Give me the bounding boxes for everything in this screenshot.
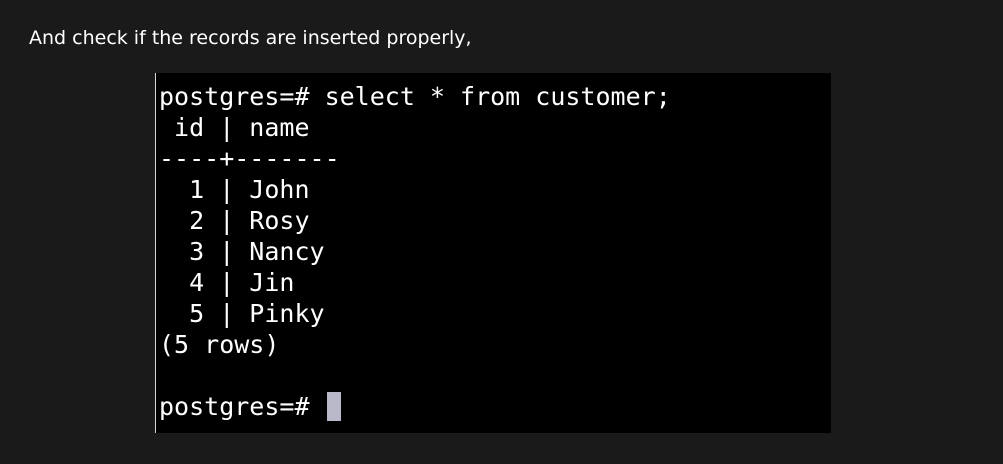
table-row: 3 | Nancy — [159, 237, 325, 266]
prompt-text: postgres=# — [159, 392, 325, 421]
table-row: 1 | John — [159, 175, 310, 204]
table-row: 2 | Rosy — [159, 206, 310, 235]
table-row: 4 | Jin — [159, 268, 295, 297]
cropped-previous-line — [155, 73, 831, 77]
column-header: id | name — [159, 113, 310, 142]
intro-text: And check if the records are inserted pr… — [29, 27, 472, 49]
terminal-screenshot: postgres=# select * from customer; id | … — [155, 73, 831, 433]
command-line: postgres=# select * from customer; — [159, 82, 671, 111]
table-row: 5 | Pinky — [159, 299, 325, 328]
prompt-line: postgres=# — [159, 391, 341, 422]
header-separator: ----+------- — [159, 144, 340, 173]
terminal-left-border — [155, 73, 156, 433]
row-count: (5 rows) — [159, 330, 280, 359]
text-cursor — [326, 392, 341, 421]
